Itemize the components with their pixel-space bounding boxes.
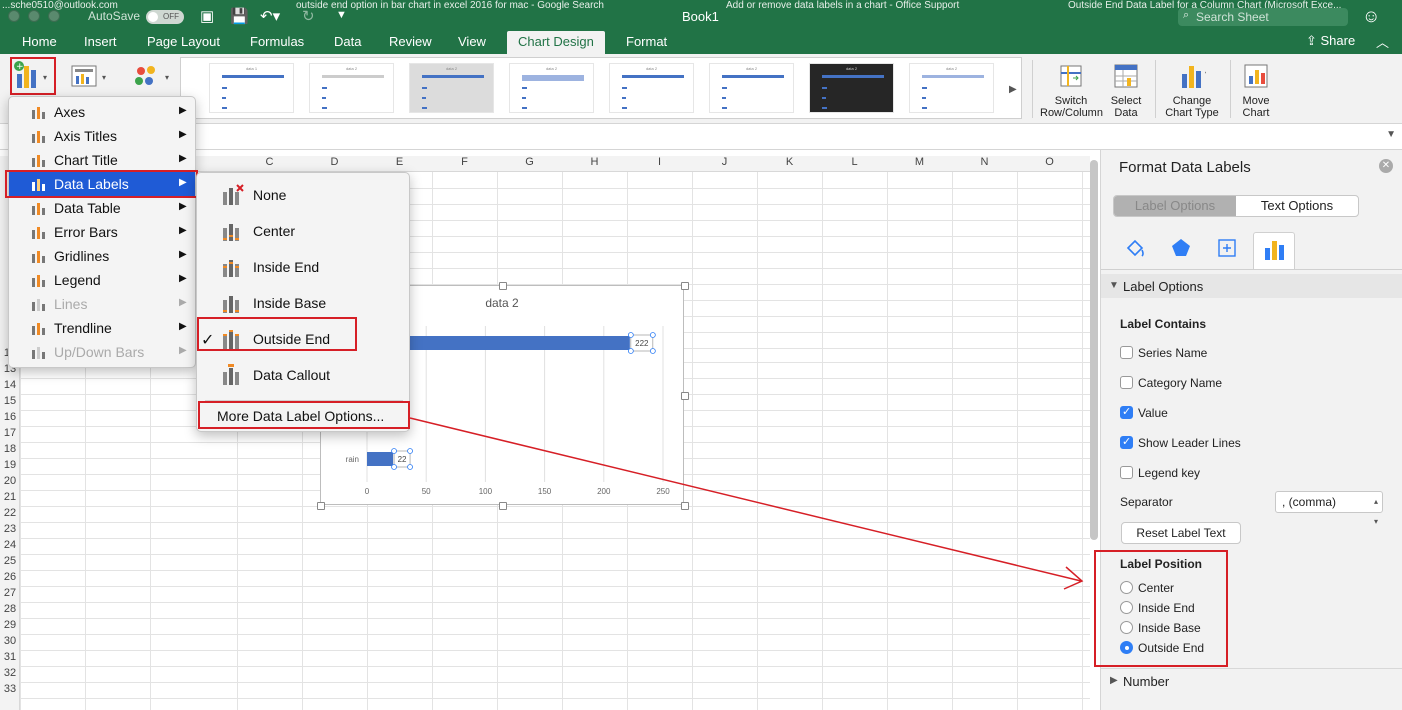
annotation-arrow xyxy=(409,417,1084,590)
